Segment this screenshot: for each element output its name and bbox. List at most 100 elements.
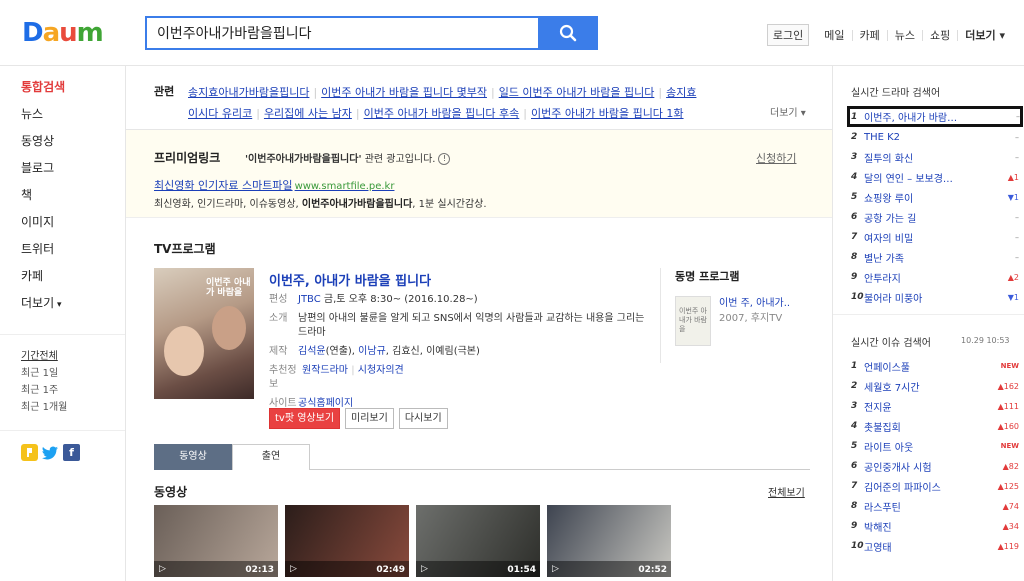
rank-item[interactable]: 8 별난 가족 – xyxy=(851,247,1019,267)
ad-url[interactable]: www.smartfile.pe.kr xyxy=(295,181,395,192)
rank-keyword[interactable]: 라이트 아웃 xyxy=(864,439,991,454)
lnb-item-all[interactable]: 통합검색 xyxy=(21,80,125,107)
rank-item[interactable]: 6 공인중개사 시험 ▲82 xyxy=(851,456,1019,476)
twitter-icon[interactable] xyxy=(42,444,59,461)
video-thumb[interactable]: ▷ 02:13 xyxy=(154,505,278,577)
related-links: 송지효아내가바람을핍니다 | 이번주 아내가 바람을 핍니다 몇부작 | 일드 이번주 … xyxy=(188,86,697,120)
rank-item[interactable]: 5 쇼핑왕 루이 ▼1 xyxy=(851,187,1019,207)
ad-title-link[interactable]: 최신영화 인기자료 스마트파일 www.smartfile.pe.kr xyxy=(154,177,394,193)
rank-change: ▲74 xyxy=(1002,501,1019,511)
apply-link[interactable]: 신청하기 xyxy=(756,150,796,166)
rank-item[interactable]: 2 THE K2 – xyxy=(851,127,1019,147)
related-link[interactable]: 이시다 유리코 xyxy=(188,107,252,120)
gnb-shopping[interactable]: 쇼핑 xyxy=(922,29,957,41)
original-drama-link[interactable]: 원작드라마 xyxy=(302,365,348,376)
related-more-button[interactable]: 더보기 ▾ xyxy=(770,104,806,119)
rank-keyword[interactable]: 불어라 미풍아 xyxy=(864,290,991,305)
search-button[interactable] xyxy=(538,16,598,50)
rank-keyword[interactable]: THE K2 xyxy=(864,132,991,143)
rank-keyword[interactable]: 달의 연인 – 보보경… xyxy=(864,170,991,185)
kakaostory-icon[interactable] xyxy=(21,444,38,461)
rank-item[interactable]: 10 불어라 미풍아 ▼1 xyxy=(851,287,1019,307)
rank-item[interactable]: 1 이번주, 아내가 바람… – xyxy=(847,106,1023,127)
related-link[interactable]: 일드 이번주 아내가 바람을 핍니다 xyxy=(499,86,655,99)
rank-keyword[interactable]: 별난 가족 xyxy=(864,250,991,265)
preview-button[interactable]: 미리보기 xyxy=(345,408,394,429)
tab-video[interactable]: 동영상 xyxy=(154,444,232,470)
rank-item[interactable]: 7 김어준의 파파이스 ▲125 xyxy=(851,476,1019,496)
rank-item[interactable]: 9 안투라지 ▲2 xyxy=(851,267,1019,287)
lnb-item-cafe[interactable]: 카페 xyxy=(21,269,125,296)
rank-item[interactable]: 10 고영태 ▲119 xyxy=(851,536,1019,556)
same-program-link[interactable]: 이번 주, 아내가.. xyxy=(719,298,790,309)
rank-item[interactable]: 9 박해진 ▲34 xyxy=(851,516,1019,536)
video-thumb[interactable]: ▷ 01:54 xyxy=(416,505,540,577)
rank-keyword[interactable]: 촛불집회 xyxy=(864,419,991,434)
view-all-link[interactable]: 전체보기 xyxy=(768,484,805,499)
video-thumb[interactable]: ▷ 02:52 xyxy=(547,505,671,577)
rank-item[interactable]: 3 질투의 화신 – xyxy=(851,147,1019,167)
related-link[interactable]: 이번주 아내가 바람을 핍니다 후속 xyxy=(364,107,520,120)
related-link[interactable]: 이번주 아내가 바람을 핍니다 1화 xyxy=(531,107,684,120)
period-1month[interactable]: 최근 1개월 xyxy=(21,399,67,416)
program-title-link[interactable]: 이번주, 아내가 바람을 핍니다 xyxy=(269,270,431,289)
lnb-item-blog[interactable]: 블로그 xyxy=(21,161,125,188)
tab-cast[interactable]: 출연 xyxy=(232,444,310,470)
period-1day[interactable]: 최근 1일 xyxy=(21,365,67,382)
rank-keyword[interactable]: 고영태 xyxy=(864,539,991,554)
rank-keyword[interactable]: 질투의 화신 xyxy=(864,150,991,165)
program-poster[interactable]: 이번주 아내가 바람을 xyxy=(154,268,254,399)
rank-item[interactable]: 8 라스푸틴 ▲74 xyxy=(851,496,1019,516)
writer-link[interactable]: 이남규 xyxy=(358,346,386,357)
related-link[interactable]: 이번주 아내가 바람을 핍니다 몇부작 xyxy=(321,86,487,99)
rank-item[interactable]: 2 세월호 7시간 ▲162 xyxy=(851,376,1019,396)
rank-item[interactable]: 6 공항 가는 길 – xyxy=(851,207,1019,227)
gnb-cafe[interactable]: 카페 xyxy=(851,29,887,41)
rank-keyword[interactable]: 라스푸틴 xyxy=(864,499,991,514)
period-all[interactable]: 기간전체 xyxy=(21,348,67,365)
gnb-news[interactable]: 뉴스 xyxy=(886,29,922,41)
tvpot-video-button[interactable]: tv팟 영상보기 xyxy=(269,408,341,429)
replay-button[interactable]: 다시보기 xyxy=(398,408,448,429)
video-thumb[interactable]: ▷ 02:49 xyxy=(285,505,409,577)
rank-keyword[interactable]: 공인중개사 시험 xyxy=(864,459,991,474)
rank-keyword[interactable]: 세월호 7시간 xyxy=(864,379,991,394)
related-link[interactable]: 우리집에 사는 남자 xyxy=(264,107,352,120)
rank-keyword[interactable]: 공항 가는 길 xyxy=(864,210,991,225)
rank-keyword[interactable]: 김어준의 파파이스 xyxy=(864,479,991,494)
rank-item[interactable]: 3 전지윤 ▲111 xyxy=(851,396,1019,416)
daum-logo[interactable]: Daum xyxy=(22,19,104,47)
lnb-item-news[interactable]: 뉴스 xyxy=(21,107,125,134)
info-icon[interactable]: ! xyxy=(438,153,451,165)
facebook-icon[interactable]: f xyxy=(63,444,80,461)
gnb-more[interactable]: 더보기 ▾ xyxy=(957,29,1012,41)
login-button[interactable]: 로그인 xyxy=(766,24,810,46)
rank-item[interactable]: 4 달의 연인 – 보보경… ▲1 xyxy=(851,167,1019,187)
rank-item[interactable]: 5 라이트 아웃 NEW xyxy=(851,436,1019,456)
rank-keyword[interactable]: 박해진 xyxy=(864,519,991,534)
rank-keyword[interactable]: 언페이스풀 xyxy=(864,359,991,374)
rank-item[interactable]: 1 언페이스풀 NEW xyxy=(851,356,1019,376)
period-1week[interactable]: 최근 1주 xyxy=(21,382,67,399)
lnb-item-more[interactable]: 더보기 ▾ xyxy=(21,296,125,323)
related-link[interactable]: 송지효 xyxy=(666,86,696,99)
viewer-opinion-link[interactable]: 시청자의견 xyxy=(358,365,404,376)
gnb-mail[interactable]: 메일 xyxy=(817,30,851,41)
rank-item[interactable]: 4 촛불집회 ▲160 xyxy=(851,416,1019,436)
related-link[interactable]: 송지효아내가바람을핍니다 xyxy=(188,86,309,99)
rank-keyword[interactable]: 이번주, 아내가 바람… xyxy=(864,109,992,124)
director-link[interactable]: 김석윤 xyxy=(298,346,326,357)
rank-keyword[interactable]: 여자의 비밀 xyxy=(864,230,991,245)
rank-item[interactable]: 7 여자의 비밀 – xyxy=(851,227,1019,247)
lnb-item-image[interactable]: 이미지 xyxy=(21,215,125,242)
lnb-item-video[interactable]: 동영상 xyxy=(21,134,125,161)
rank-keyword[interactable]: 쇼핑왕 루이 xyxy=(864,190,991,205)
rank-keyword[interactable]: 전지윤 xyxy=(864,399,991,414)
search-input[interactable] xyxy=(147,18,538,48)
play-icon: ▷ xyxy=(159,564,166,574)
lnb-item-twitter[interactable]: 트위터 xyxy=(21,242,125,269)
lnb-item-book[interactable]: 책 xyxy=(21,188,125,215)
network-link[interactable]: JTBC xyxy=(298,294,321,305)
rank-keyword[interactable]: 안투라지 xyxy=(864,270,991,285)
same-program-thumb[interactable]: 이번주 아내가 바람을 xyxy=(675,296,711,346)
